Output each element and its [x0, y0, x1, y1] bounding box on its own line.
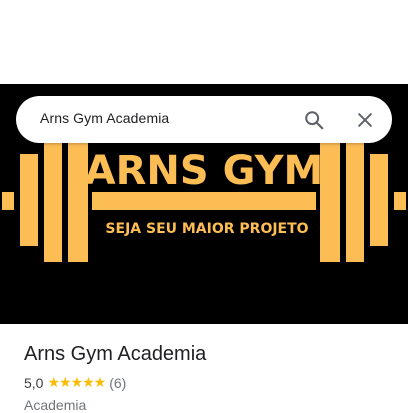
barbell-end-right — [394, 192, 406, 210]
place-title: Arns Gym Academia — [24, 343, 207, 365]
review-count[interactable]: (6) — [109, 375, 126, 391]
search-icon[interactable] — [300, 106, 328, 134]
barbell-bar — [92, 192, 316, 210]
plate-left-2 — [44, 132, 62, 262]
plate-right-1 — [370, 154, 388, 246]
place-category: Academia — [24, 397, 87, 413]
search-bar[interactable]: Arns Gym Academia — [16, 96, 392, 143]
close-icon[interactable] — [351, 106, 379, 134]
place-info-panel: Arns Gym Academia 5,0 ★★★★★ (6) Academia — [24, 340, 394, 413]
top-blank-area — [0, 0, 408, 84]
barbell-end-left — [2, 192, 14, 210]
logo-brand-text: ARNS GYM — [85, 148, 324, 194]
logo-slogan-text: SEJA SEU MAIOR PROJETO — [105, 221, 308, 237]
rating-row[interactable]: 5,0 ★★★★★ (6) — [24, 374, 394, 391]
rating-value: 5,0 — [24, 374, 44, 391]
plate-right-2 — [346, 132, 364, 262]
search-input[interactable]: Arns Gym Academia — [40, 110, 169, 126]
rating-stars-icon: ★★★★★ — [47, 374, 106, 390]
plate-left-1 — [20, 154, 38, 246]
